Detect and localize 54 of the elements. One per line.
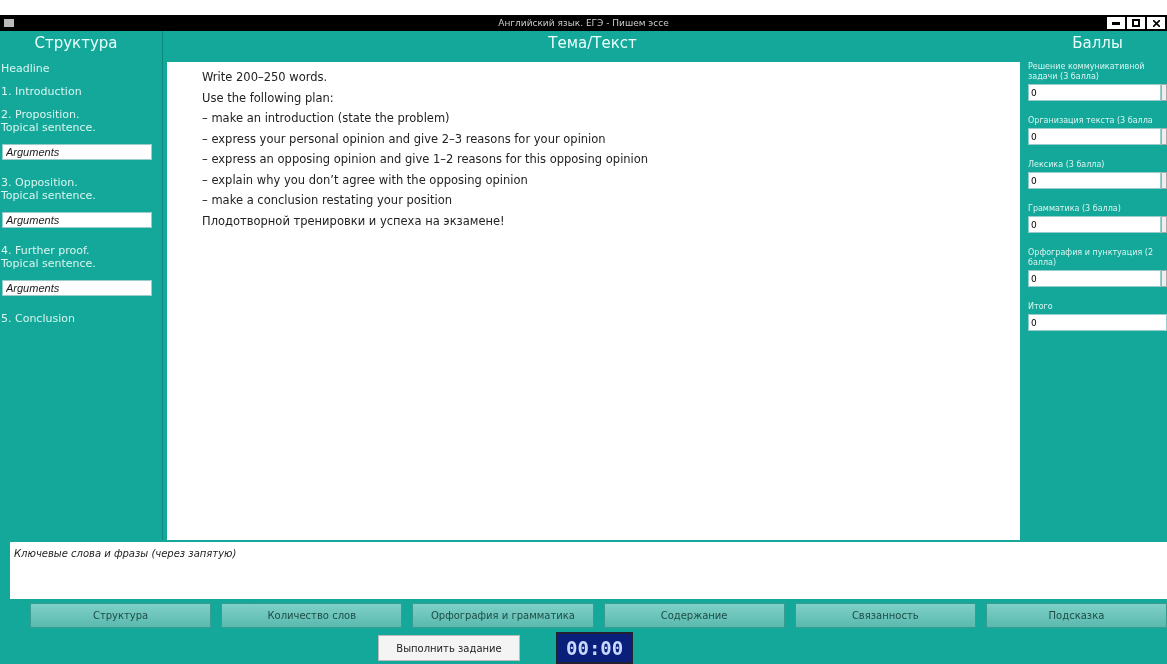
submit-button[interactable]: Выполнить задание [378, 635, 520, 661]
score-label: Грамматика (3 балла) [1028, 204, 1122, 214]
task-line: Плодотворной тренировки и успеха на экзамене! [202, 212, 506, 230]
task-line: – express an opposing opinion and give 1–2 reasons for this opposing opinion [202, 151, 650, 168]
task-line: – make an introduction (state the problem) [202, 110, 451, 127]
timer-display: 00:00 [556, 632, 634, 664]
panel-title: Баллы [1071, 33, 1124, 54]
task-line: Use the following plan: [202, 89, 335, 107]
spinner-icon[interactable] [1161, 128, 1167, 145]
spinner-icon[interactable] [1161, 84, 1167, 101]
score-label: Орфография и пунктуация (2 балла) [1028, 248, 1154, 268]
window-title: Английский язык. ЕГЭ - Пишем эссе [498, 18, 669, 28]
arguments-field[interactable]: Arguments [2, 280, 152, 296]
check-button[interactable]: Структура [30, 603, 212, 629]
close-icon [1152, 19, 1160, 27]
score-label: Организация текста (3 балла [1028, 116, 1154, 126]
arguments-field[interactable]: Arguments [2, 212, 152, 228]
score-label: Решение коммуникативной задачи (3 балла) [1028, 62, 1146, 82]
keywords-field[interactable]: Ключевые слова и фразы (через запятую) [10, 541, 1167, 600]
score-field[interactable]: 0 [1028, 128, 1161, 145]
spinner-icon[interactable] [1161, 270, 1167, 287]
score-field[interactable]: 0 [1028, 270, 1161, 287]
panel-title: Структура [33, 33, 119, 54]
maximize-icon [1132, 19, 1140, 27]
task-line: Write 200–250 words. [202, 69, 329, 86]
task-line: – make a conclusion restating your position [202, 192, 454, 209]
check-button[interactable]: Орфография и грамматика [412, 603, 594, 629]
maximize-button[interactable] [1127, 17, 1145, 29]
structure-label: 2. Proposition. Topical sentence. [0, 108, 97, 134]
score-field[interactable]: 0 [1028, 216, 1161, 233]
app-icon [4, 19, 14, 27]
score-field[interactable]: 0 [1028, 84, 1161, 101]
structure-label: 3. Opposition. Topical sentence. [0, 176, 97, 202]
structure-label: 1. Introduction [0, 85, 83, 98]
close-button[interactable] [1147, 17, 1165, 29]
task-line: – explain why you don’t agree with the opposing opinion [202, 171, 529, 189]
structure-label: Headline [0, 62, 51, 75]
structure-label: 5. Conclusion [0, 312, 76, 325]
score-field[interactable]: 0 [1028, 172, 1161, 189]
spinner-icon[interactable] [1161, 172, 1167, 189]
score-label: Итого [1028, 302, 1054, 312]
arguments-field[interactable]: Arguments [2, 144, 152, 160]
task-line: – express your personal opinion and give 2–3 reasons for your opinion [202, 130, 607, 148]
structure-label: 4. Further proof. Topical sentence. [0, 244, 97, 270]
check-button[interactable]: Связанность [794, 603, 976, 629]
score-field[interactable]: 0 [1028, 314, 1167, 331]
check-button[interactable]: Содержание [603, 603, 785, 629]
check-button[interactable]: Подсказка [985, 603, 1167, 629]
spinner-icon[interactable] [1161, 216, 1167, 233]
minimize-button[interactable] [1107, 17, 1125, 29]
score-label: Лексика (3 балла) [1028, 160, 1106, 170]
check-button[interactable]: Количество слов [221, 603, 403, 629]
minimize-icon [1112, 21, 1120, 25]
panel-title: Тема/Текст [547, 33, 638, 54]
